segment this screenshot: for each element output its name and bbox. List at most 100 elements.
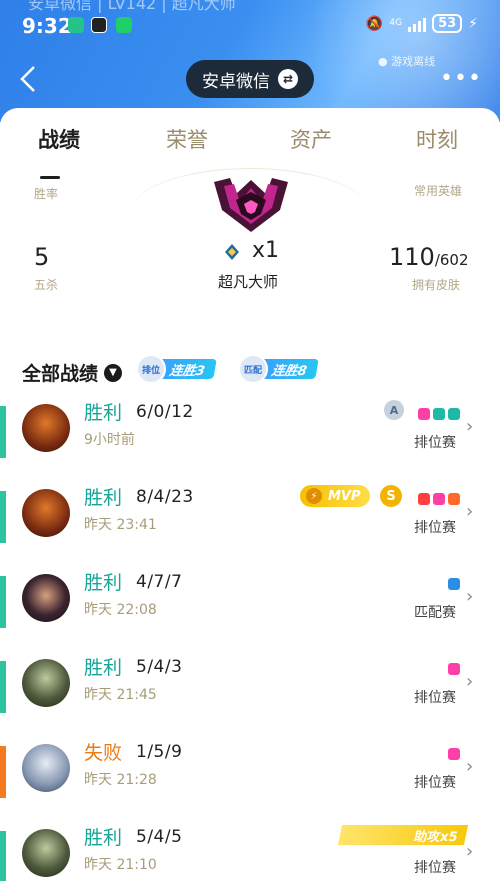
mute-icon: 🔕 (365, 15, 384, 32)
rank-name: 超凡大师 (218, 273, 279, 291)
soul-app-icon (91, 17, 107, 33)
match-time: 昨天 22:08 (84, 602, 157, 618)
top-header: 安卓微信 | LV142 | 超凡大师 9:32 🔕 4G 53 ⚡ ● 游戏离… (0, 0, 500, 122)
result-bar (0, 406, 6, 458)
hero-avatar (22, 404, 70, 452)
cup-icon (448, 578, 460, 590)
chevron-right-icon: › (466, 501, 474, 522)
hero-avatar (22, 489, 70, 537)
pentakill-value: 5 (34, 243, 50, 271)
status-bar: 9:32 🔕 4G 53 ⚡ (0, 0, 500, 50)
skins-label: 拥有皮肤 (412, 278, 461, 292)
match-record-6[interactable]: 胜利 5/4/5 昨天 21:10 助攻x5 排位赛 › (0, 821, 500, 881)
match-streak-badge: 匹配 连胜8 (238, 354, 319, 384)
charging-icon: ⚡ (468, 15, 478, 32)
rank-emblem-icon[interactable] (206, 176, 296, 234)
match-record-5[interactable]: 失败 1/5/9 昨天 21:28 排位赛 › (0, 736, 500, 820)
tab-record[interactable]: 战绩 (38, 124, 80, 154)
result-bar (0, 831, 6, 881)
crown-icon (418, 408, 430, 420)
fire-icon (448, 493, 460, 505)
match-record-3[interactable]: 胜利 4/7/7 昨天 22:08 匹配赛 › (0, 566, 500, 650)
game-status-text: 游戏离线 (391, 55, 436, 68)
all-records-title: 全部战绩 (22, 363, 99, 385)
tab-active-indicator (40, 176, 60, 179)
match-kda: 8/4/23 (136, 487, 194, 507)
more-dots-icon[interactable]: ••• (440, 66, 482, 91)
match-record-2[interactable]: 胜利 8/4/23 昨天 23:41 ⚡ MVP S 排位赛 › (0, 481, 500, 565)
tab-assets[interactable]: 资产 (290, 124, 332, 154)
common-heroes-label[interactable]: 常用英雄 (414, 182, 462, 199)
all-records-filter[interactable]: 全部战绩 ▼ (22, 359, 123, 386)
skins-owned[interactable]: 110/602 (389, 243, 469, 271)
triple-kill-icon (418, 493, 430, 505)
lightning-icon: ⚡ (306, 488, 322, 504)
result-bar (0, 491, 6, 543)
tab-bar: 战绩 荣誉 资产 时刻 (0, 124, 500, 179)
tier-badge: A (384, 400, 404, 420)
swap-icon: ⇄ (278, 69, 298, 89)
match-result: 胜利 (84, 657, 123, 679)
match-mode: 排位赛 (414, 690, 456, 706)
match-result: 失败 (84, 742, 123, 764)
match-mode: 匹配赛 (414, 605, 456, 621)
assist-badge: 助攻x5 (337, 825, 469, 845)
result-bar (0, 576, 6, 628)
hero-avatar (22, 659, 70, 707)
ranked-tag: 排位 (136, 354, 166, 384)
signal-icon (408, 16, 427, 32)
account-switch-button[interactable]: 安卓微信 ⇄ (186, 60, 314, 98)
match-record-4[interactable]: 胜利 5/4/3 昨天 21:45 排位赛 › (0, 651, 500, 735)
rank-count: x1 (252, 238, 280, 263)
pentakill-label: 五杀 (34, 278, 59, 292)
match-record-1[interactable]: 胜利 6/0/12 9小时前 A 排位赛 › (0, 396, 500, 480)
crown-icon (448, 663, 460, 675)
match-time: 昨天 21:10 (84, 857, 157, 873)
match-kda: 6/0/12 (136, 402, 194, 422)
chevron-right-icon: › (466, 671, 474, 692)
match-kda: 4/7/7 (136, 572, 183, 592)
match-time: 昨天 21:28 (84, 772, 157, 788)
hero-avatar (22, 744, 70, 792)
win-rate-label[interactable]: 胜率 (34, 185, 58, 202)
tab-honor[interactable]: 荣誉 (166, 124, 208, 154)
match-time: 昨天 21:45 (84, 687, 157, 703)
content-card: 战绩 荣誉 资产 时刻 胜率 常用英雄 5 五杀 x1 超凡大师 110/602… (0, 108, 500, 881)
chevron-right-icon: › (466, 586, 474, 607)
heart-icon (433, 408, 445, 420)
match-time: 昨天 23:41 (84, 517, 157, 533)
crown-icon (448, 748, 460, 760)
home-app-icon (116, 17, 132, 33)
hero-avatar (22, 574, 70, 622)
account-label: 安卓微信 (202, 71, 270, 92)
battery-level: 53 (432, 14, 463, 33)
s-grade-badge: S (380, 485, 402, 507)
match-result: 胜利 (84, 402, 123, 424)
tab-moments[interactable]: 时刻 (416, 124, 458, 154)
match-kda: 5/4/3 (136, 657, 183, 677)
ranked-streak-badge: 排位 连胜3 (136, 354, 217, 384)
chevron-right-icon: › (466, 416, 474, 437)
status-right: 🔕 4G 53 ⚡ (366, 14, 478, 33)
achievement-icons (418, 408, 460, 420)
achievement-icons (448, 578, 460, 590)
shield-app-icon (68, 17, 84, 33)
match-mode: 排位赛 (414, 860, 456, 876)
back-icon[interactable] (18, 64, 48, 94)
network-type: 4G (389, 18, 403, 28)
achievement-icons (418, 493, 460, 505)
skins-owned-value: 110 (389, 243, 435, 271)
shield-icon (448, 408, 460, 420)
chevron-down-icon: ▼ (104, 363, 123, 382)
match-mode: 排位赛 (414, 775, 456, 791)
crown-icon (433, 493, 445, 505)
rank-small-icon (225, 244, 239, 260)
match-kda: 1/5/9 (136, 742, 183, 762)
status-time: 9:32 (22, 14, 72, 38)
match-time: 9小时前 (84, 432, 135, 448)
chevron-right-icon: › (466, 756, 474, 777)
hero-avatar (22, 829, 70, 877)
match-result: 胜利 (84, 827, 123, 849)
result-bar (0, 746, 6, 798)
mvp-badge: ⚡ MVP (300, 485, 370, 507)
